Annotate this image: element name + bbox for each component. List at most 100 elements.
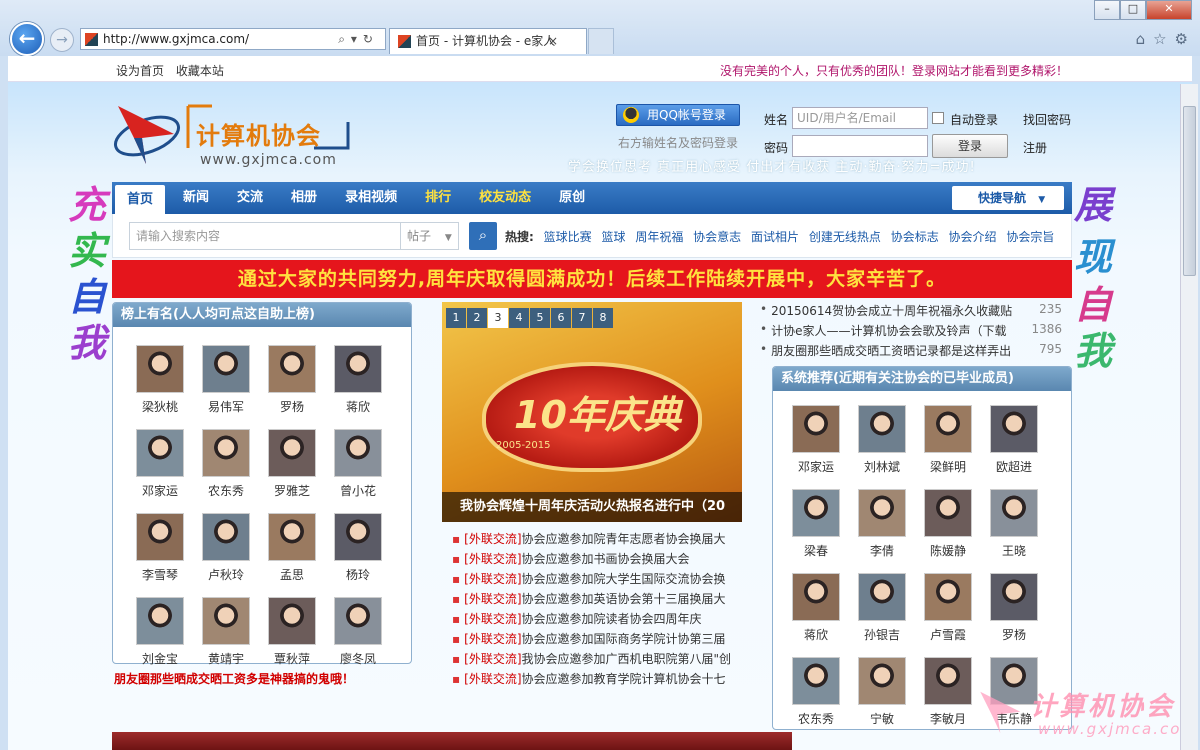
member-name[interactable]: 覃秋萍 — [259, 650, 325, 667]
password-input[interactable] — [792, 135, 928, 157]
member-photo[interactable] — [136, 513, 184, 561]
member-card[interactable]: 罗杨 — [981, 573, 1047, 643]
member-name[interactable]: 欧超进 — [981, 458, 1047, 475]
hot-search-link[interactable]: 协会介绍 — [949, 230, 997, 244]
member-card[interactable]: 蒋欣 — [325, 345, 391, 415]
member-card[interactable]: 李倩 — [849, 489, 915, 559]
member-name[interactable]: 刘金宝 — [127, 650, 193, 667]
member-name[interactable]: 罗杨 — [259, 398, 325, 415]
search-button[interactable]: ⌕ — [469, 222, 497, 250]
top-thread-item[interactable]: • 朋友圈那些晒成交晒工资晒记录都是这样弄出 795 — [760, 342, 1064, 362]
search-input[interactable]: 请输入搜索内容 — [129, 222, 401, 250]
minimize-icon[interactable]: – — [1094, 0, 1120, 20]
news-title[interactable]: 协会应邀参加英语协会第十三届换届大 — [522, 592, 726, 606]
carousel-page-button[interactable]: 7 — [572, 308, 592, 328]
announcement-banner[interactable]: 通过大家的共同努力,周年庆取得圆满成功！后续工作陆续开展中，大家辛苦了。 — [112, 260, 1072, 298]
news-title[interactable]: 我协会应邀参加广西机电职院第八届"创 — [522, 652, 732, 666]
thread-title[interactable]: 朋友圈那些晒成交晒工资晒记录都是这样弄出 — [771, 342, 1019, 359]
top-thread-item[interactable]: • 计协e家人——计算机协会会歌及铃声（下载 1386 — [760, 322, 1064, 342]
news-tag[interactable]: [外联交流] — [464, 672, 521, 686]
nav-home[interactable]: 首页 — [115, 185, 166, 214]
news-tag[interactable]: [外联交流] — [464, 632, 521, 646]
member-name[interactable]: 刘林斌 — [849, 458, 915, 475]
member-name[interactable]: 梁狄桃 — [127, 398, 193, 415]
carousel-page-button[interactable]: 8 — [593, 308, 613, 328]
news-title[interactable]: 协会应邀参加院青年志愿者协会换届大 — [522, 532, 726, 546]
forward-button[interactable]: → — [50, 28, 74, 52]
member-name[interactable]: 卢秋玲 — [193, 566, 259, 583]
member-name[interactable]: 廖冬凤 — [325, 650, 391, 667]
ranking-panel-title[interactable]: 榜上有名(人人均可点这自助上榜) — [113, 303, 411, 327]
member-card[interactable]: 农东秀 — [783, 657, 849, 727]
member-name[interactable]: 蒋欣 — [783, 626, 849, 643]
featured-carousel[interactable]: 12345678 10年庆典 2005-2015 我协会辉煌十周年庆活动火热报名… — [442, 302, 742, 522]
member-card[interactable]: 曾小花 — [325, 429, 391, 499]
member-card[interactable]: 蒋欣 — [783, 573, 849, 643]
hot-search-link[interactable]: 篮球 — [601, 230, 625, 244]
member-card[interactable]: 卢秋玲 — [193, 513, 259, 583]
member-photo[interactable] — [334, 429, 382, 477]
member-name[interactable]: 农东秀 — [783, 710, 849, 727]
news-title[interactable]: 协会应邀参加书画协会换届大会 — [522, 552, 690, 566]
member-photo[interactable] — [268, 429, 316, 477]
member-card[interactable]: 宁敏 — [849, 657, 915, 727]
hot-search-link[interactable]: 协会意志 — [693, 230, 741, 244]
member-card[interactable]: 廖冬凤 — [325, 597, 391, 667]
news-title[interactable]: 协会应邀参加院读者协会四周年庆 — [522, 612, 702, 626]
close-icon[interactable]: ✕ — [1146, 0, 1192, 20]
member-photo[interactable] — [990, 489, 1038, 537]
member-name[interactable]: 梁鲜明 — [915, 458, 981, 475]
hot-search-link[interactable]: 面试相片 — [751, 230, 799, 244]
member-card[interactable]: 易伟军 — [193, 345, 259, 415]
member-card[interactable]: 欧超进 — [981, 405, 1047, 475]
member-photo[interactable] — [792, 405, 840, 453]
member-photo[interactable] — [924, 573, 972, 621]
news-title[interactable]: 协会应邀参加院大学生国际交流协会换 — [522, 572, 726, 586]
search-type-select[interactable]: 帖子 ▼ — [401, 222, 459, 250]
carousel-page-button[interactable]: 5 — [530, 308, 550, 328]
member-photo[interactable] — [136, 345, 184, 393]
member-card[interactable]: 卢雪霞 — [915, 573, 981, 643]
member-name[interactable]: 农东秀 — [193, 482, 259, 499]
member-card[interactable]: 邓家运 — [783, 405, 849, 475]
qq-login-button[interactable]: 用QQ帐号登录 — [616, 104, 740, 126]
member-photo[interactable] — [202, 597, 250, 645]
register-link[interactable]: 注册 — [1023, 139, 1047, 156]
set-home-link[interactable]: 设为首页 — [116, 64, 164, 78]
member-name[interactable]: 卢雪霞 — [915, 626, 981, 643]
find-password-link[interactable]: 找回密码 — [1023, 111, 1071, 128]
member-name[interactable]: 邓家运 — [127, 482, 193, 499]
member-photo[interactable] — [268, 597, 316, 645]
hot-search-link[interactable]: 创建无线热点 — [809, 230, 881, 244]
bookmark-link[interactable]: 收藏本站 — [176, 64, 224, 78]
member-photo[interactable] — [136, 429, 184, 477]
member-name[interactable]: 邓家运 — [783, 458, 849, 475]
member-card[interactable]: 刘林斌 — [849, 405, 915, 475]
member-photo[interactable] — [792, 657, 840, 705]
member-photo[interactable] — [268, 345, 316, 393]
favorites-star-icon[interactable]: ☆ — [1153, 30, 1166, 48]
member-name[interactable]: 罗杨 — [981, 626, 1047, 643]
carousel-page-button[interactable]: 2 — [467, 308, 487, 328]
member-card[interactable]: 李雪琴 — [127, 513, 193, 583]
hot-search-link[interactable]: 协会宗旨 — [1006, 230, 1054, 244]
hot-search-link[interactable]: 篮球比赛 — [544, 230, 592, 244]
member-photo[interactable] — [858, 405, 906, 453]
address-bar[interactable]: http://www.gxjmca.com/ ⌕▾↻ — [80, 28, 386, 50]
member-card[interactable]: 邓家运 — [127, 429, 193, 499]
news-item[interactable]: ▪ [外联交流]协会应邀参加院读者协会四周年庆 — [452, 610, 742, 630]
quick-nav-button[interactable]: 快捷导航 ▼ — [952, 186, 1064, 210]
member-photo[interactable] — [202, 345, 250, 393]
news-item[interactable]: ▪ [外联交流]协会应邀参加书画协会换届大会 — [452, 550, 742, 570]
member-photo[interactable] — [202, 429, 250, 477]
member-photo[interactable] — [990, 573, 1038, 621]
member-name[interactable]: 李倩 — [849, 542, 915, 559]
auto-login-checkbox[interactable] — [932, 112, 944, 124]
member-photo[interactable] — [858, 573, 906, 621]
site-logo[interactable]: 计算机协会 www.gxjmca.com — [112, 92, 352, 172]
home-icon[interactable]: ⌂ — [1136, 30, 1146, 48]
news-tag[interactable]: [外联交流] — [464, 612, 521, 626]
nav-video[interactable]: 录相视频 — [331, 182, 411, 214]
nav-original[interactable]: 原创 — [545, 182, 599, 214]
member-card[interactable]: 王晓 — [981, 489, 1047, 559]
